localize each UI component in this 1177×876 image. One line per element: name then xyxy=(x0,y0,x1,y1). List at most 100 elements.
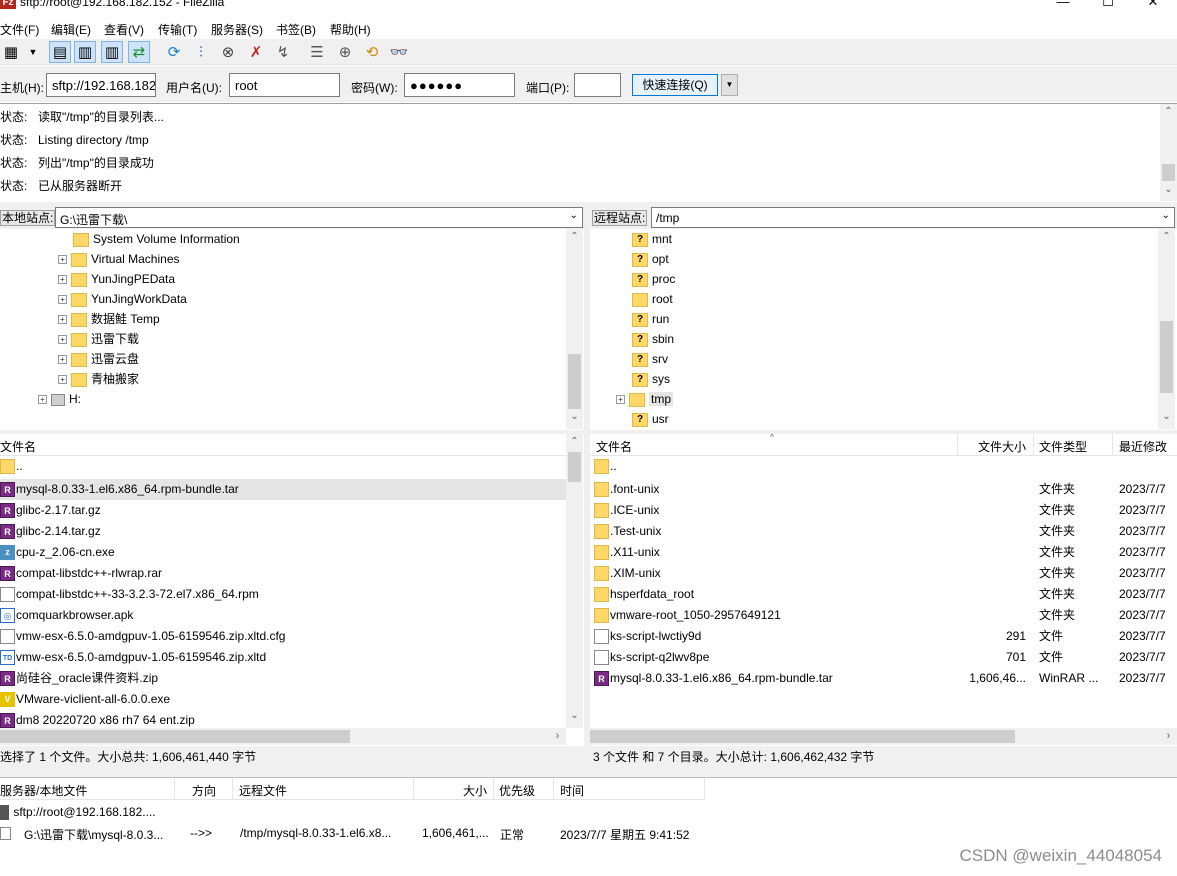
column-divider[interactable] xyxy=(957,434,958,456)
scroll-up-icon[interactable]: ⌃ xyxy=(566,231,583,242)
column-header-time[interactable]: 时间 xyxy=(560,782,584,799)
column-header-direction[interactable]: 方向 xyxy=(192,782,216,799)
close-button[interactable]: ✕ xyxy=(1130,0,1176,10)
queue-scrollbar[interactable] xyxy=(1160,778,1177,876)
scroll-right-icon[interactable]: › xyxy=(1160,728,1177,745)
list-item[interactable]: Rdm8 20220720 x86 rh7 64 ent.zip xyxy=(0,710,566,728)
site-manager-icon[interactable]: ▦ xyxy=(0,41,22,63)
expand-icon[interactable]: + xyxy=(58,255,67,265)
expand-icon[interactable]: + xyxy=(58,275,67,285)
tree-item[interactable]: ? run xyxy=(632,309,669,329)
scroll-thumb[interactable] xyxy=(1162,164,1175,181)
column-divider[interactable] xyxy=(493,778,494,800)
local-list-scrollbar[interactable]: ⌃ ⌄ xyxy=(566,434,583,728)
tree-item[interactable]: + Virtual Machines xyxy=(58,249,180,269)
chevron-down-icon[interactable]: ▼ xyxy=(22,41,44,63)
scroll-up-icon[interactable]: ⌃ xyxy=(566,436,583,447)
scroll-down-icon[interactable]: ⌄ xyxy=(566,710,583,721)
tree-item[interactable]: ? mnt xyxy=(632,229,672,249)
list-item[interactable]: TD vmw-esx-6.5.0-amdgpuv-1.05-6159546.zip… xyxy=(0,647,566,668)
column-header-server[interactable]: 服务器/本地文件 xyxy=(0,782,87,799)
cancel-icon[interactable]: ⊗ xyxy=(217,41,239,63)
table-row[interactable]: .. xyxy=(594,456,1177,477)
column-header-remote-file[interactable]: 远程文件 xyxy=(239,782,287,799)
scroll-right-icon[interactable]: › xyxy=(549,728,566,745)
column-header-size[interactable]: 大小 xyxy=(463,782,487,799)
column-header-filename[interactable]: 文件名 xyxy=(596,438,632,455)
scroll-down-icon[interactable]: ⌄ xyxy=(566,411,583,422)
column-divider[interactable] xyxy=(553,778,554,800)
local-path-combo[interactable]: G:\迅雷下载\ ⌄ xyxy=(55,207,583,228)
menu-help[interactable]: 帮助(H) xyxy=(330,21,371,38)
maximize-button[interactable]: ☐ xyxy=(1085,0,1131,10)
log-scrollbar[interactable]: ⌃ ⌄ xyxy=(1160,104,1177,201)
column-divider[interactable] xyxy=(413,778,414,800)
scroll-down-icon[interactable]: ⌄ xyxy=(1158,411,1175,422)
sync-browse-icon[interactable]: ⟲ xyxy=(361,41,383,63)
tree-item[interactable]: + 数据鮭 Temp xyxy=(58,309,160,329)
list-item[interactable]: Rcompat-libstdc++-rlwrap.rar xyxy=(0,563,566,584)
tree-item[interactable]: ? opt xyxy=(632,249,669,269)
tree-item[interactable]: + 青柚搬家 xyxy=(58,369,139,389)
toggle-log-icon[interactable]: ▤ xyxy=(49,41,71,63)
list-item[interactable]: .. xyxy=(0,456,566,477)
list-item[interactable]: ◎ comquarkbrowser.apk xyxy=(0,605,566,626)
expand-icon[interactable]: + xyxy=(58,315,67,325)
list-item-selected[interactable]: Rmysql-8.0.33-1.el6.x86_64.rpm-bundle.ta… xyxy=(0,479,566,500)
scroll-up-icon[interactable]: ⌃ xyxy=(1160,106,1177,117)
filter-icon[interactable]: ☰ xyxy=(306,41,328,63)
tree-item[interactable]: + 迅雷下载 xyxy=(58,329,139,349)
reconnect-icon[interactable]: ↯ xyxy=(272,41,294,63)
tree-item[interactable]: ? sys xyxy=(632,369,670,389)
refresh-icon[interactable]: ⟳ xyxy=(163,41,185,63)
host-input[interactable]: sftp://192.168.182 xyxy=(46,73,156,97)
remote-list-hscrollbar[interactable]: › xyxy=(590,728,1177,745)
table-row[interactable]: ks-script-q2lwv8pe 701 文件 2023/7/7 xyxy=(594,647,1177,668)
column-header-priority[interactable]: 优先级 xyxy=(499,782,535,799)
expand-icon[interactable]: + xyxy=(58,375,67,385)
column-divider[interactable] xyxy=(232,778,233,800)
column-divider[interactable] xyxy=(174,778,175,800)
column-header-filename[interactable]: 文件名 xyxy=(0,438,36,455)
column-divider[interactable] xyxy=(1033,434,1034,456)
tree-item[interactable]: ? usr xyxy=(632,409,669,429)
local-tree-scrollbar[interactable]: ⌃ ⌄ xyxy=(566,229,583,429)
column-divider[interactable] xyxy=(704,778,705,800)
splitter[interactable] xyxy=(0,768,1177,777)
minimize-button[interactable]: — xyxy=(1040,0,1086,10)
list-item[interactable]: z cpu-z_2.06-cn.exe xyxy=(0,542,566,563)
table-row[interactable]: ks-script-lwctiy9d 291 文件 2023/7/7 xyxy=(594,626,1177,647)
table-row[interactable]: Rmysql-8.0.33-1.el6.x86_64.rpm-bundle.ta… xyxy=(594,668,1177,689)
table-row[interactable]: .Test-unix 文件夹 2023/7/7 xyxy=(594,521,1177,542)
tree-item[interactable]: ? sbin xyxy=(632,329,674,349)
tree-item[interactable]: + H: xyxy=(38,389,81,409)
scroll-thumb[interactable] xyxy=(1160,321,1173,393)
expand-icon[interactable]: + xyxy=(38,395,47,405)
table-row[interactable]: hsperfdata_root 文件夹 2023/7/7 xyxy=(594,584,1177,605)
toggle-local-tree-icon[interactable]: ▥ xyxy=(74,41,96,63)
password-input[interactable]: ●●●●●● xyxy=(404,73,515,97)
scroll-up-icon[interactable]: ⌃ xyxy=(1158,231,1175,242)
remote-tree-scrollbar[interactable]: ⌃ ⌄ xyxy=(1158,229,1175,429)
scroll-thumb[interactable] xyxy=(590,730,1015,743)
column-header-modified[interactable]: 最近修改 xyxy=(1119,438,1167,455)
toggle-queue-icon[interactable]: ⇄ xyxy=(128,41,150,63)
search-icon[interactable]: 👓 xyxy=(388,41,410,63)
menu-transfer[interactable]: 传输(T) xyxy=(158,21,197,38)
menu-server[interactable]: 服务器(S) xyxy=(211,21,263,38)
table-row[interactable]: .ICE-unix 文件夹 2023/7/7 xyxy=(594,500,1177,521)
list-item[interactable]: V VMware-viclient-all-6.0.0.exe xyxy=(0,689,566,710)
scroll-thumb[interactable] xyxy=(0,730,350,743)
chevron-down-icon[interactable]: ⌄ xyxy=(570,210,578,221)
queue-server-row[interactable]: sftp://root@192.168.182.... xyxy=(0,805,156,821)
remote-path-combo[interactable]: /tmp ⌄ xyxy=(651,207,1175,228)
tree-item[interactable]: + YunJingWorkData xyxy=(58,289,187,309)
list-item[interactable]: R 尚硅谷_oracle课件资料.zip xyxy=(0,668,566,689)
menu-bookmarks[interactable]: 书签(B) xyxy=(276,21,316,38)
tree-item[interactable]: ? srv xyxy=(632,349,668,369)
table-row[interactable]: vmware-root_1050-2957649121 文件夹 2023/7/7 xyxy=(594,605,1177,626)
expand-icon[interactable]: + xyxy=(58,335,67,345)
tree-item[interactable]: + YunJingPEData xyxy=(58,269,175,289)
list-item[interactable]: Rglibc-2.14.tar.gz xyxy=(0,521,566,542)
queue-item-row[interactable]: G:\迅雷下载\mysql-8.0.3... -->> /tmp/mysql-8… xyxy=(0,826,705,844)
